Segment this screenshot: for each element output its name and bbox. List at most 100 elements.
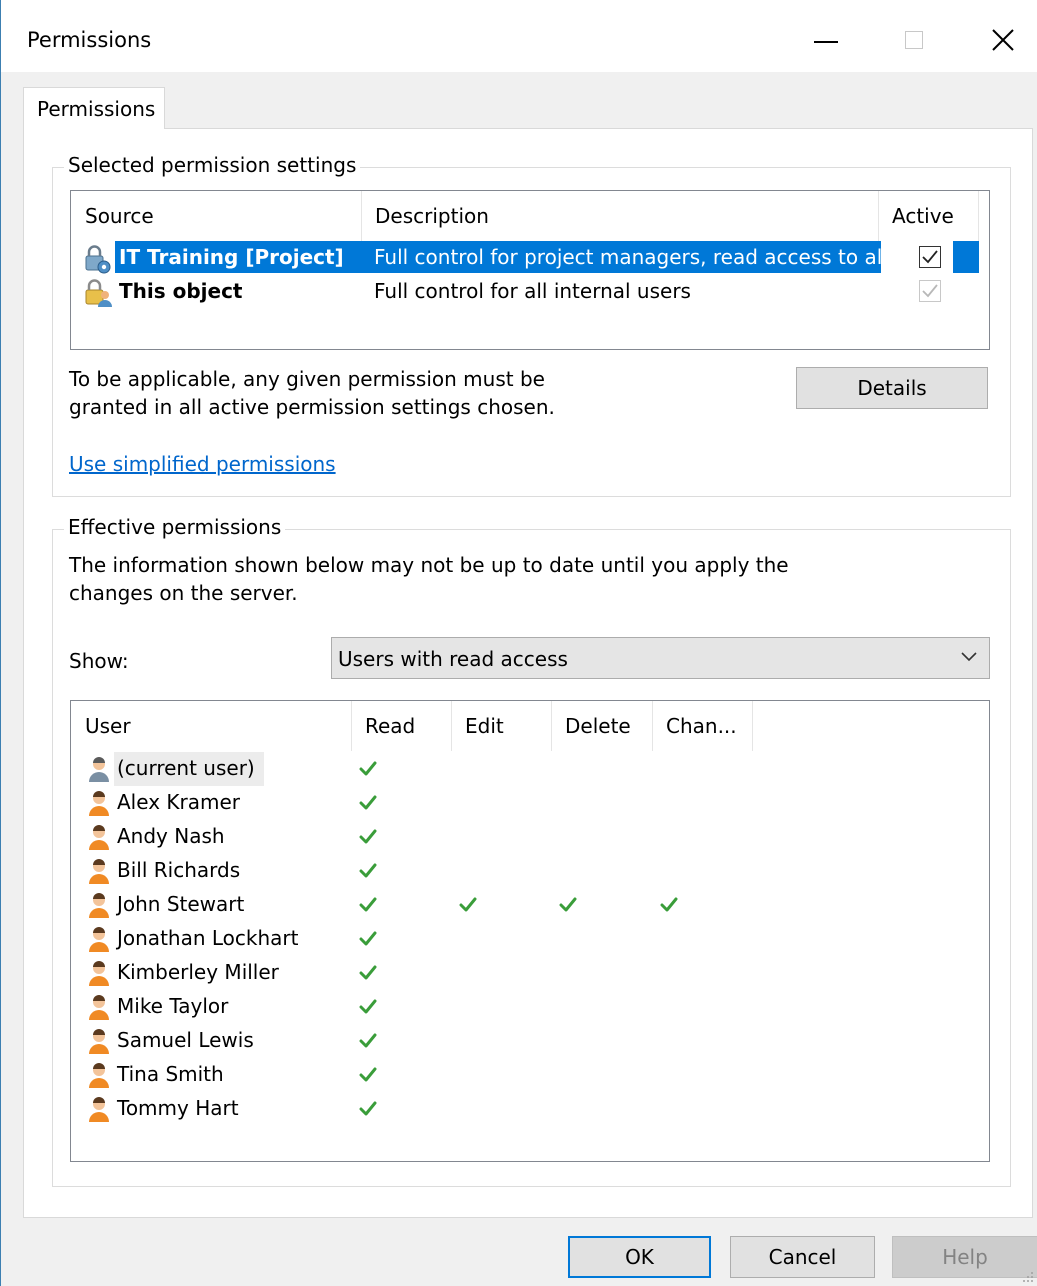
settings-row[interactable]: IT Training [Project] Full control for p… <box>71 241 989 275</box>
close-button[interactable] <box>968 14 1037 64</box>
settings-description: Full control for project managers, read … <box>374 245 888 269</box>
user-row[interactable]: (current user) <box>71 752 989 786</box>
read-permission-check-icon <box>359 829 377 844</box>
chevron-down-icon <box>961 652 977 662</box>
user-row[interactable]: Kimberley Miller <box>71 956 989 990</box>
active-checkbox <box>919 280 941 302</box>
project-lock-icon <box>85 245 111 274</box>
effective-permissions-list[interactable]: User Read Edit Delete Chan... (current u… <box>70 700 990 1162</box>
title-bar[interactable]: Permissions <box>1 0 1037 72</box>
use-simplified-permissions-link[interactable]: Use simplified permissions <box>69 452 336 476</box>
selected-settings-group-label: Selected permission settings <box>64 153 361 177</box>
column-header-read[interactable]: Read <box>351 701 451 751</box>
user-row[interactable]: Tommy Hart <box>71 1092 989 1126</box>
read-permission-check-icon <box>359 931 377 946</box>
read-permission-check-icon <box>359 761 377 776</box>
change-permission-check-icon <box>660 897 678 912</box>
row-selection-highlight <box>953 241 979 273</box>
read-permission-check-icon <box>359 1101 377 1116</box>
effective-info-line: The information shown below may not be u… <box>69 553 789 577</box>
user-name: Bill Richards <box>117 858 241 882</box>
settings-source: This object <box>119 279 243 303</box>
maximize-button[interactable] <box>879 14 949 64</box>
user-icon <box>89 859 109 884</box>
user-row[interactable]: Andy Nash <box>71 820 989 854</box>
minimize-icon <box>814 41 838 43</box>
applicability-note-line: granted in all active permission setting… <box>69 395 555 419</box>
close-icon <box>992 29 1014 51</box>
read-permission-check-icon <box>359 863 377 878</box>
window-title: Permissions <box>27 28 152 52</box>
permissions-dialog: Permissions Permissions Selected permiss… <box>0 0 1037 1286</box>
user-icon <box>89 927 109 952</box>
show-filter-value: Users with read access <box>338 647 568 671</box>
cancel-button[interactable]: Cancel <box>730 1236 875 1278</box>
user-name: Jonathan Lockhart <box>117 926 299 950</box>
user-name: Samuel Lewis <box>117 1028 254 1052</box>
delete-permission-check-icon <box>559 897 577 912</box>
settings-description: Full control for all internal users <box>374 279 691 303</box>
user-row[interactable]: Mike Taylor <box>71 990 989 1024</box>
column-separator[interactable] <box>752 701 753 751</box>
read-permission-check-icon <box>359 965 377 980</box>
read-permission-check-icon <box>359 795 377 810</box>
resize-grip-icon[interactable] <box>1022 1271 1034 1283</box>
user-icon <box>89 1063 109 1088</box>
column-header-change[interactable]: Chan... <box>652 701 752 751</box>
user-row[interactable]: Samuel Lewis <box>71 1024 989 1058</box>
settings-list[interactable]: Source Description Active IT Training [P… <box>70 190 990 350</box>
user-name: (current user) <box>117 756 255 780</box>
checkmark-icon <box>922 284 938 298</box>
settings-row[interactable]: This object Full control for all interna… <box>71 275 989 309</box>
read-permission-check-icon <box>359 999 377 1014</box>
user-icon <box>89 791 109 816</box>
column-header-user[interactable]: User <box>71 701 351 751</box>
user-name: Andy Nash <box>117 824 225 848</box>
user-icon <box>89 961 109 986</box>
user-name: Mike Taylor <box>117 994 229 1018</box>
user-icon <box>89 1097 109 1122</box>
minimize-button[interactable] <box>791 14 861 64</box>
read-permission-check-icon <box>359 897 377 912</box>
effective-permissions-group-label: Effective permissions <box>64 515 286 539</box>
edit-permission-check-icon <box>459 897 477 912</box>
column-header-edit[interactable]: Edit <box>451 701 551 751</box>
column-header-description[interactable]: Description <box>361 191 878 241</box>
show-label: Show: <box>69 649 129 673</box>
effective-info-line: changes on the server. <box>69 581 298 605</box>
user-name: Alex Kramer <box>117 790 240 814</box>
user-row[interactable]: Bill Richards <box>71 854 989 888</box>
user-name: Tina Smith <box>117 1062 224 1086</box>
tab-label: Permissions <box>37 97 156 121</box>
user-row[interactable]: Jonathan Lockhart <box>71 922 989 956</box>
user-icon <box>89 995 109 1020</box>
details-button[interactable]: Details <box>796 367 988 409</box>
column-header-active[interactable]: Active <box>878 191 978 241</box>
column-separator[interactable] <box>978 191 979 241</box>
checkmark-icon <box>922 250 938 264</box>
tab-permissions[interactable]: Permissions <box>23 87 165 129</box>
user-icon <box>89 825 109 850</box>
show-filter-dropdown[interactable]: Users with read access <box>331 637 990 679</box>
user-row[interactable]: Tina Smith <box>71 1058 989 1092</box>
user-name: John Stewart <box>117 892 245 916</box>
settings-source: IT Training [Project] <box>119 245 344 269</box>
user-icon <box>89 893 109 918</box>
user-name: Kimberley Miller <box>117 960 279 984</box>
user-row[interactable]: John Stewart <box>71 888 989 922</box>
applicability-note: To be applicable, any given permission m… <box>69 365 555 421</box>
read-permission-check-icon <box>359 1033 377 1048</box>
column-header-delete[interactable]: Delete <box>551 701 652 751</box>
help-button: Help <box>892 1236 1037 1278</box>
user-row[interactable]: Alex Kramer <box>71 786 989 820</box>
maximize-icon <box>905 31 923 49</box>
applicability-note-line: To be applicable, any given permission m… <box>69 367 545 391</box>
read-permission-check-icon <box>359 1067 377 1082</box>
user-icon <box>89 1029 109 1054</box>
active-checkbox[interactable] <box>919 246 941 268</box>
user-lock-icon <box>85 279 112 307</box>
ok-button[interactable]: OK <box>568 1236 711 1278</box>
column-header-source[interactable]: Source <box>71 191 361 241</box>
user-icon <box>89 757 109 782</box>
user-name: Tommy Hart <box>117 1096 239 1120</box>
